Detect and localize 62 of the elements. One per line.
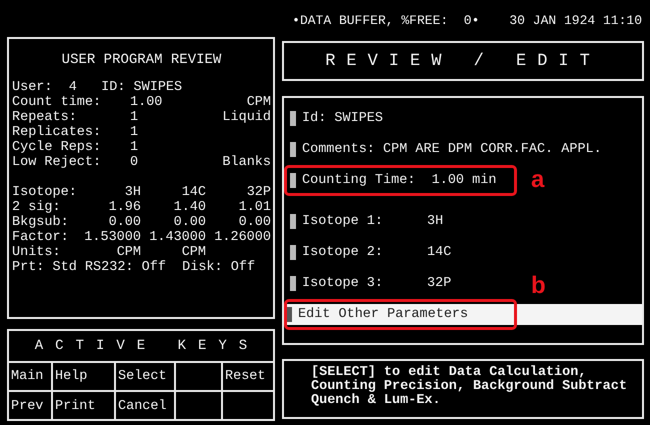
field-note: Blanks xyxy=(221,155,271,170)
menu-item[interactable]: Counting Time: 1.00 min xyxy=(284,170,496,191)
active-keys-title: ACTIVE KEYS xyxy=(34,338,260,354)
field-value: 1.00 xyxy=(130,95,164,110)
function-key[interactable]: Cancel xyxy=(118,399,167,414)
field-label: Cycle Reps: xyxy=(12,140,102,155)
isotope-row-label: 2 sig: xyxy=(12,200,62,215)
review-edit-title: REVIEW / EDIT xyxy=(282,41,644,81)
function-key[interactable]: Main xyxy=(11,369,44,384)
item-marker-icon xyxy=(290,111,296,126)
isotope-row-label: Units: xyxy=(12,245,62,260)
menu-item[interactable]: Comments: CPM ARE DPM CORR.FAC. APPL. xyxy=(284,139,602,160)
isotope-value: 1.43000 xyxy=(148,230,206,245)
help-text: [SELECT] to edit Data Calculation, Counting Precision, Background Subtract Quench & Lum-Ex. xyxy=(282,359,644,419)
field-label: Replicates: xyxy=(12,125,102,140)
function-key[interactable]: Select xyxy=(118,369,167,384)
date-time: 30 JAN 1924 11:10 xyxy=(509,13,642,28)
field-label: Count time: xyxy=(12,95,102,110)
isotope-value: 1.01 xyxy=(238,200,271,215)
field-note: Liquid xyxy=(221,110,271,125)
field-note: CPM xyxy=(246,95,271,110)
isotope-value: 0.00 xyxy=(172,215,206,230)
isotope-value: 0.00 xyxy=(108,215,141,230)
menu-item[interactable]: Isotope 3: 32P xyxy=(284,273,452,294)
menu-item[interactable]: Isotope 1: 3H xyxy=(284,211,444,232)
field-value: 0 xyxy=(130,155,140,170)
isotope-value: 0.00 xyxy=(238,215,271,230)
isotope-row-label: Isotope: xyxy=(12,185,76,200)
isotope-value: 3H xyxy=(124,185,141,200)
panel-title: USER PROGRAM REVIEW xyxy=(60,51,222,70)
function-key[interactable]: Help xyxy=(55,369,88,384)
isotope-value: 14C xyxy=(180,185,206,200)
field-label: Low Reject: xyxy=(12,155,102,170)
function-key[interactable]: Print xyxy=(55,399,96,414)
callout-label: a xyxy=(531,168,544,192)
menu-item[interactable]: Id: SWIPES xyxy=(284,108,384,129)
item-marker-icon xyxy=(290,142,296,157)
isotope-value: CPM xyxy=(180,245,206,260)
isotope-value: 1.53000 xyxy=(83,230,141,245)
function-key[interactable]: Reset xyxy=(225,369,266,384)
user-id-line: User: 4 ID: SWIPES xyxy=(12,80,184,95)
field-value: 1 xyxy=(130,110,140,125)
field-value: 1 xyxy=(130,125,140,140)
isotope-value: 1.26000 xyxy=(213,230,271,245)
item-marker-icon xyxy=(290,245,296,260)
data-buffer-status: •DATA BUFFER, %FREE: 0• xyxy=(292,13,480,28)
item-marker-icon xyxy=(290,214,296,229)
item-marker-icon xyxy=(290,173,296,188)
menu-item[interactable]: Edit Other Parameters xyxy=(284,304,642,325)
isotope-row-label: Factor: xyxy=(12,230,70,245)
field-label: Repeats: xyxy=(12,110,78,125)
output-settings: Prt: Std RS232: Off Disk: Off xyxy=(12,260,256,275)
isotope-row-label: Bkgsub: xyxy=(12,215,70,230)
field-value: 1 xyxy=(130,140,140,155)
callout-label: b xyxy=(531,274,546,298)
menu-item[interactable]: Isotope 2: 14C xyxy=(284,242,452,263)
item-marker-icon xyxy=(290,276,296,291)
isotope-value: 1.40 xyxy=(172,200,206,215)
isotope-value: 1.96 xyxy=(108,200,141,215)
isotope-value: 32P xyxy=(246,185,271,200)
isotope-value: CPM xyxy=(116,245,141,260)
function-key[interactable]: Prev xyxy=(11,399,44,414)
